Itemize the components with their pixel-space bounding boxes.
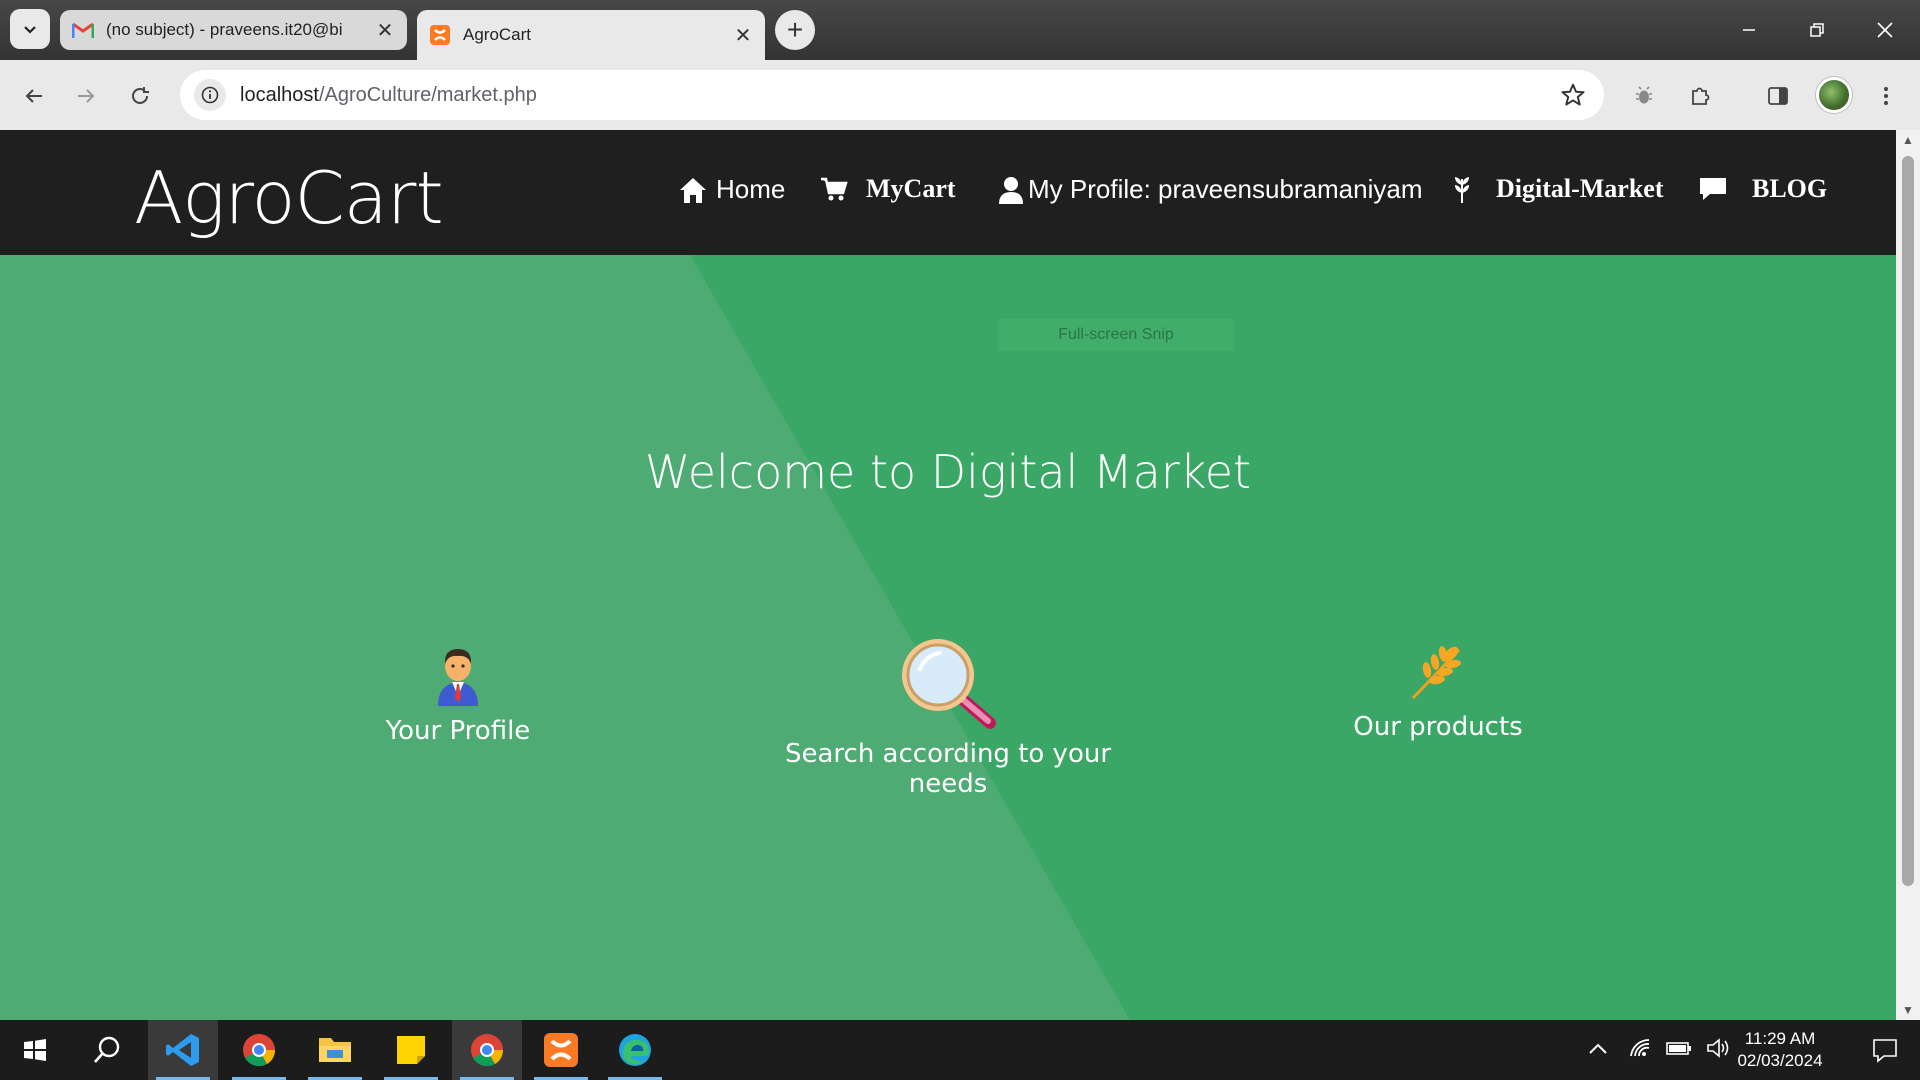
close-icon[interactable]: ✕ [733,23,753,48]
address-bar[interactable]: localhost/AgroCulture/market.php [180,70,1604,120]
nav-digital-market-label: Digital-Market [1496,174,1664,203]
user-icon [998,176,1024,204]
taskbar-search-button[interactable] [72,1020,142,1080]
clock-time: 11:29 AM [1744,1029,1816,1048]
tab-title: AgroCart [463,25,532,44]
nav-mycart-label: MyCart [866,174,956,203]
site-info-icon[interactable] [194,79,226,111]
reload-button[interactable] [120,76,160,116]
tab-gmail[interactable]: (no subject) - praveens.it20@bi ✕ [60,10,407,50]
magnifying-glass-icon [748,635,1148,729]
back-button[interactable] [14,76,54,116]
arrow-left-icon [25,89,42,103]
minimize-button[interactable] [1724,10,1774,50]
scrollbar-thumb[interactable] [1902,156,1914,886]
browser-toolbar: localhost/AgroCulture/market.php [0,60,1920,130]
taskbar-sticky-notes[interactable] [376,1020,446,1080]
battery-icon[interactable] [1666,1040,1692,1061]
windows-taskbar: 11:29 AM 02/03/2024 [0,1020,1920,1080]
snip-overlay-label: Full-screen Snip [998,319,1234,351]
home-icon [678,176,708,204]
arrow-right-icon [78,89,95,103]
plus-icon: + [786,14,804,45]
browser-tab-strip: (no subject) - praveens.it20@bi ✕ AgroCa… [0,0,1920,60]
comment-icon [1698,176,1728,202]
tab-agrocart[interactable]: AgroCart ✕ [417,10,765,60]
taskbar-file-explorer[interactable] [300,1020,370,1080]
bookmark-star-icon[interactable] [1560,82,1586,113]
restore-button[interactable] [1792,10,1842,50]
taskbar-xampp[interactable] [526,1020,596,1080]
start-button[interactable] [0,1020,70,1080]
taskbar-clock[interactable]: 11:29 AM 02/03/2024 [1720,1028,1840,1072]
chevron-down-icon [24,26,36,34]
chrome-icon [243,1034,276,1067]
notification-icon [1873,1039,1897,1063]
taskbar-chrome-1[interactable] [224,1020,294,1080]
nav-my-profile-label: My Profile: praveensubramaniyam [1028,174,1423,204]
notifications-button[interactable] [1850,1020,1920,1080]
nav-blog-label: BLOG [1752,174,1828,203]
wheat-icon [1288,640,1588,702]
side-panel-icon[interactable] [1758,76,1798,116]
profile-avatar[interactable] [1816,77,1852,113]
close-icon[interactable]: ✕ [375,18,395,43]
feature-your-profile[interactable]: Your Profile [308,644,608,746]
nav-mycart[interactable]: MyCart [820,174,956,204]
url-text[interactable]: localhost/AgroCulture/market.php [240,84,537,107]
nav-blog[interactable]: BLOG [1698,174,1827,204]
page-scrollbar[interactable]: ▲ ▼ [1896,130,1920,1020]
restore-icon [1810,23,1824,37]
url-host: localhost [240,83,319,106]
nav-my-profile[interactable]: My Profile: praveensubramaniyam [998,174,1423,205]
forward-button[interactable] [66,76,106,116]
scroll-down-icon[interactable]: ▼ [1902,1004,1914,1016]
windows-logo-icon [24,1039,46,1061]
vscode-icon [166,1034,199,1066]
tab-search-button[interactable] [10,9,50,49]
hero-section: Full-screen Snip Welcome to Digital Mark… [0,255,1896,1020]
taskbar-edge[interactable] [600,1020,670,1080]
web-page: AgroCart Home MyCart My Profile: praveen… [0,130,1896,1020]
feature-our-products[interactable]: Our products [1288,640,1588,742]
page-title: Welcome to Digital Market [644,445,1252,499]
url-path: /AgroCulture/market.php [318,83,537,106]
sticky-note-icon [397,1036,425,1064]
kebab-menu-icon[interactable] [1866,76,1906,116]
folder-icon [319,1038,351,1062]
nav-digital-market[interactable]: Digital-Market [1452,174,1664,204]
taskbar-vscode[interactable] [148,1020,218,1080]
chrome-icon [471,1034,504,1067]
nav-home-label: Home [716,174,786,204]
feature-search[interactable]: Search according to your needs [748,635,1148,799]
system-tray [1588,1020,1730,1080]
minimize-icon [1743,29,1755,31]
cart-icon [820,176,848,202]
extensions-puzzle-icon[interactable] [1680,76,1720,116]
xampp-icon [429,24,451,46]
tab-title: (no subject) - praveens.it20@bi [106,20,343,39]
feature-your-profile-label: Your Profile [385,716,531,746]
businessman-icon [308,644,608,706]
xampp-icon [544,1033,578,1067]
gmail-icon [72,19,94,41]
close-window-button[interactable] [1860,10,1910,50]
feature-our-products-label: Our products [1353,712,1523,742]
scroll-up-icon[interactable]: ▲ [1902,134,1914,146]
wifi-icon[interactable] [1628,1038,1652,1063]
reload-icon [132,87,149,104]
search-icon [94,1036,120,1063]
brand-logo-text[interactable]: AgroCart [134,156,444,240]
nav-home[interactable]: Home [678,174,785,205]
chevron-up-icon[interactable] [1588,1041,1608,1060]
edge-icon [619,1034,651,1066]
site-header: AgroCart Home MyCart My Profile: praveen… [0,130,1896,255]
leaf-sprout-icon [1452,175,1472,203]
feature-search-label: Search according to your needs [784,739,1112,799]
close-icon [1877,22,1893,38]
bug-extension-icon[interactable] [1624,76,1664,116]
clock-date: 02/03/2024 [1737,1051,1823,1070]
new-tab-button[interactable]: + [775,10,815,50]
taskbar-chrome-2[interactable] [452,1020,522,1080]
